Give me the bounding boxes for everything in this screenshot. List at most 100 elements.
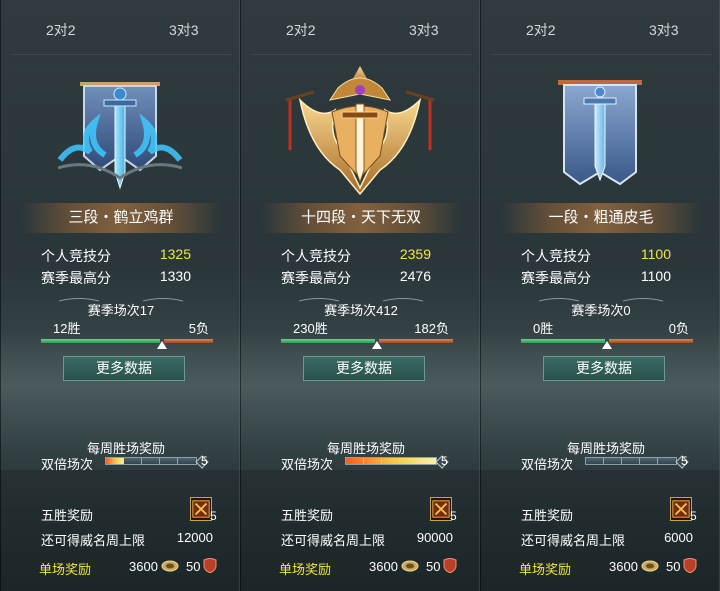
tab-3v3[interactable]: 3对3 (169, 20, 199, 40)
loss-bar-fill (609, 339, 693, 343)
ranking-panels: 2对2 3对3 三段・鹤立鸡群 个人竞技分 1325 赛季最高分 1330 赛季… (0, 0, 720, 591)
progress-tick (603, 458, 604, 464)
coin-icon (401, 560, 419, 572)
double-count-label: 双倍场次 (521, 457, 574, 472)
mode-tabs: 2对2 3对3 (481, 0, 720, 58)
single-reward-value-1: 3600 (129, 559, 158, 574)
personal-score-value: 1325 (159, 246, 191, 262)
win-loss-bar (281, 338, 453, 349)
tab-divider (491, 54, 711, 55)
season-games: 赛季场次17 (87, 303, 155, 318)
single-reward-label: 单场奖励 (39, 562, 92, 577)
personal-score-label: 个人竞技分 (521, 248, 591, 264)
rank-panel: 2对2 3对3 十四段・天下无双 个人竞技分 2359 赛季最高分 2476 赛… (240, 0, 480, 591)
personal-score-label: 个人竞技分 (41, 248, 111, 264)
reward-chest-icon[interactable] (670, 497, 692, 521)
plain-sword-banner-icon (558, 80, 642, 186)
progress-tick (639, 458, 640, 464)
chest-count: 5 (210, 509, 217, 523)
double-progress-bar (585, 455, 689, 469)
single-reward-value-1: 3600 (609, 559, 638, 574)
wins-count: 12胜 (53, 321, 81, 336)
rank-panel: 2对2 3对3 三段・鹤立鸡群 个人竞技分 1325 赛季最高分 1330 赛季… (0, 0, 240, 591)
mode-tabs: 2对2 3对3 (241, 0, 481, 58)
progress-tick (657, 458, 658, 464)
double-progress-fill (106, 458, 124, 464)
progress-tick (399, 458, 400, 464)
progress-tick (417, 458, 418, 464)
chest-count: 5 (690, 509, 697, 523)
progress-tick (177, 458, 178, 464)
more-data-button[interactable]: 更多数据 (63, 356, 185, 381)
double-progress-bar (345, 455, 449, 469)
win-bar-fill (41, 339, 160, 343)
five-win-reward-label: 五胜奖励 (521, 508, 574, 523)
personal-score-value: 2359 (399, 246, 431, 262)
reward-chest-icon[interactable] (430, 497, 452, 521)
single-reward-value-2: 50 (186, 559, 201, 574)
win-loss-bar (521, 338, 693, 349)
fame-cap-value: 12000 (176, 530, 213, 545)
tab-2v2[interactable]: 2对2 (526, 20, 556, 40)
season-games: 赛季场次0 (571, 303, 631, 318)
fame-cap-value: 6000 (664, 530, 693, 545)
season-high-label: 赛季最高分 (521, 270, 591, 286)
more-data-button[interactable]: 更多数据 (543, 356, 665, 381)
wins-count: 230胜 (293, 321, 328, 336)
win-bar-fill (281, 339, 375, 343)
progress-tick (123, 458, 124, 464)
double-progress-bar (105, 455, 209, 469)
personal-score-value: 1100 (640, 246, 671, 262)
win-bar-fill (521, 339, 605, 343)
win-ratio-marker (602, 341, 612, 349)
single-reward-label: 单场奖励 (519, 562, 572, 577)
double-progress-track (585, 457, 677, 465)
double-count-value: 5 (681, 454, 688, 468)
blue-dragon-sword-banner-icon (57, 82, 183, 190)
tab-divider (11, 54, 231, 55)
rank-title: 三段・鹤立鸡群 (21, 203, 221, 233)
wins-count: 0胜 (533, 321, 554, 336)
coin-icon (161, 560, 179, 572)
reward-chest-icon[interactable] (190, 497, 212, 521)
double-count-label: 双倍场次 (41, 457, 94, 472)
progress-tick (141, 458, 142, 464)
chest-count: 5 (450, 509, 457, 523)
single-reward-value-2: 50 (666, 559, 681, 574)
double-count-value: 5 (441, 454, 448, 468)
progress-tick (621, 458, 622, 464)
rank-panel: 2对2 3对3 一段・粗通皮毛 个人竞技分 1100 赛季最高分 1100 赛季… (480, 0, 720, 591)
progress-tick (381, 458, 382, 464)
rank-title: 一段・粗通皮毛 (501, 203, 701, 233)
shield-icon (203, 558, 217, 573)
single-reward-value-1: 3600 (369, 559, 398, 574)
more-data-button[interactable]: 更多数据 (303, 356, 425, 381)
five-win-reward-label: 五胜奖励 (281, 508, 334, 523)
mode-tabs: 2对2 3对3 (1, 0, 241, 58)
loss-bar-fill (379, 339, 453, 343)
win-ratio-marker (157, 341, 167, 349)
losses-count: 5负 (188, 321, 209, 336)
golden-winged-sword-crest-icon (285, 66, 435, 196)
fame-cap-label: 还可得威名周上限 (41, 533, 146, 548)
shield-icon (683, 558, 697, 573)
tab-2v2[interactable]: 2对2 (46, 20, 76, 40)
progress-tick (363, 458, 364, 464)
season-high-value: 1100 (640, 268, 671, 284)
win-ratio-marker (372, 341, 382, 349)
fame-cap-label: 还可得威名周上限 (521, 533, 626, 548)
season-high-label: 赛季最高分 (41, 270, 111, 286)
personal-score-label: 个人竞技分 (281, 248, 351, 264)
tab-2v2[interactable]: 2对2 (286, 20, 316, 40)
season-high-label: 赛季最高分 (281, 270, 351, 286)
season-high-value: 1330 (159, 268, 191, 284)
single-reward-label: 单场奖励 (279, 562, 332, 577)
progress-tick (159, 458, 160, 464)
losses-count: 0负 (668, 321, 689, 336)
tab-3v3[interactable]: 3对3 (649, 20, 679, 40)
tab-3v3[interactable]: 3对3 (409, 20, 439, 40)
coin-icon (641, 560, 659, 572)
single-reward-value-2: 50 (426, 559, 441, 574)
loss-bar-fill (164, 339, 213, 343)
season-games: 赛季场次412 (324, 303, 398, 318)
